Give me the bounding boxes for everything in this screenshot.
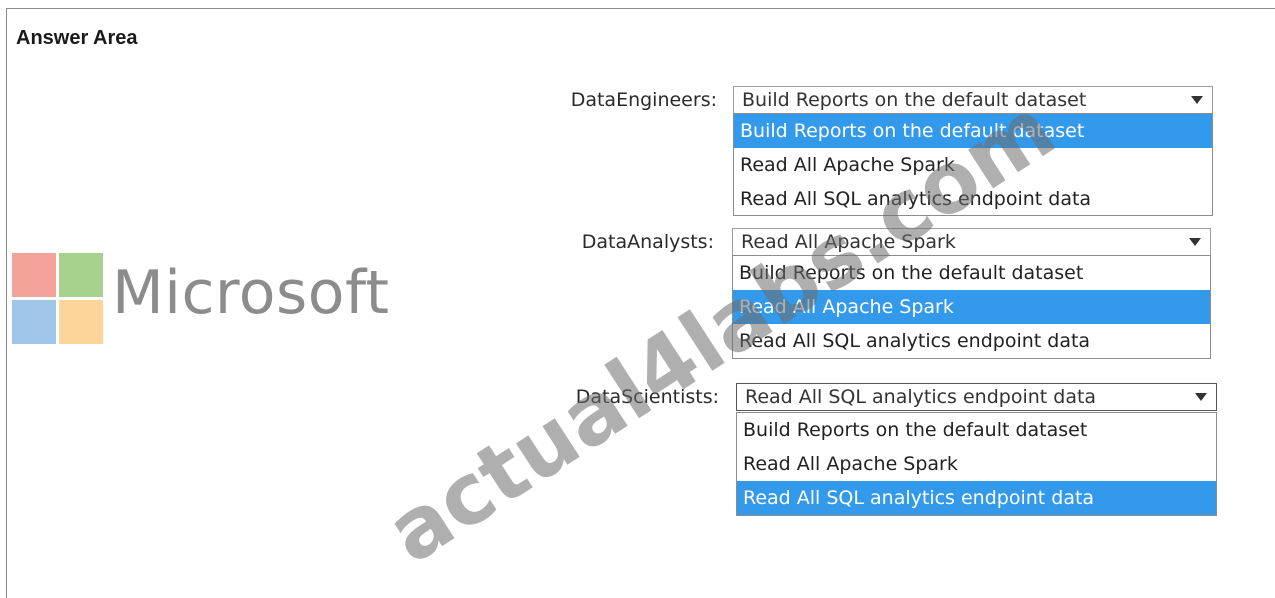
data-analysts-label: DataAnalysts: — [581, 231, 714, 253]
data-scientists-options-list: Build Reports on the default dataset Rea… — [736, 412, 1217, 516]
option-build-reports[interactable]: Build Reports on the default dataset — [733, 256, 1210, 290]
chevron-down-icon[interactable] — [1187, 385, 1215, 409]
data-engineers-selected-value: Build Reports on the default dataset — [742, 89, 1087, 111]
data-engineers-label: DataEngineers: — [570, 89, 717, 111]
option-read-apache-spark[interactable]: Read All Apache Spark — [737, 447, 1216, 481]
data-engineers-options-list: Build Reports on the default dataset Rea… — [733, 113, 1213, 216]
data-analysts-selected-value: Read All Apache Spark — [741, 231, 956, 253]
chevron-down-icon[interactable] — [1181, 230, 1209, 254]
microsoft-logo-text: Microsoft — [112, 258, 390, 328]
microsoft-logo-icon — [12, 253, 104, 345]
answer-area-title: Answer Area — [16, 27, 138, 49]
data-engineers-dropdown[interactable]: Build Reports on the default dataset — [733, 86, 1213, 114]
option-read-sql-endpoint[interactable]: Read All SQL analytics endpoint data — [737, 481, 1216, 515]
option-read-apache-spark[interactable]: Read All Apache Spark — [733, 290, 1210, 324]
data-analysts-options-list: Build Reports on the default dataset Rea… — [732, 255, 1211, 359]
option-build-reports[interactable]: Build Reports on the default dataset — [737, 413, 1216, 447]
data-scientists-selected-value: Read All SQL analytics endpoint data — [745, 386, 1097, 408]
data-scientists-dropdown[interactable]: Read All SQL analytics endpoint data — [736, 383, 1217, 411]
option-read-sql-endpoint[interactable]: Read All SQL analytics endpoint data — [734, 182, 1212, 216]
data-analysts-dropdown[interactable]: Read All Apache Spark — [732, 228, 1211, 256]
option-read-sql-endpoint[interactable]: Read All SQL analytics endpoint data — [733, 324, 1210, 358]
chevron-down-icon[interactable] — [1183, 88, 1211, 112]
data-scientists-label: DataScientists: — [575, 386, 719, 408]
option-read-apache-spark[interactable]: Read All Apache Spark — [734, 148, 1212, 182]
option-build-reports[interactable]: Build Reports on the default dataset — [734, 114, 1212, 148]
